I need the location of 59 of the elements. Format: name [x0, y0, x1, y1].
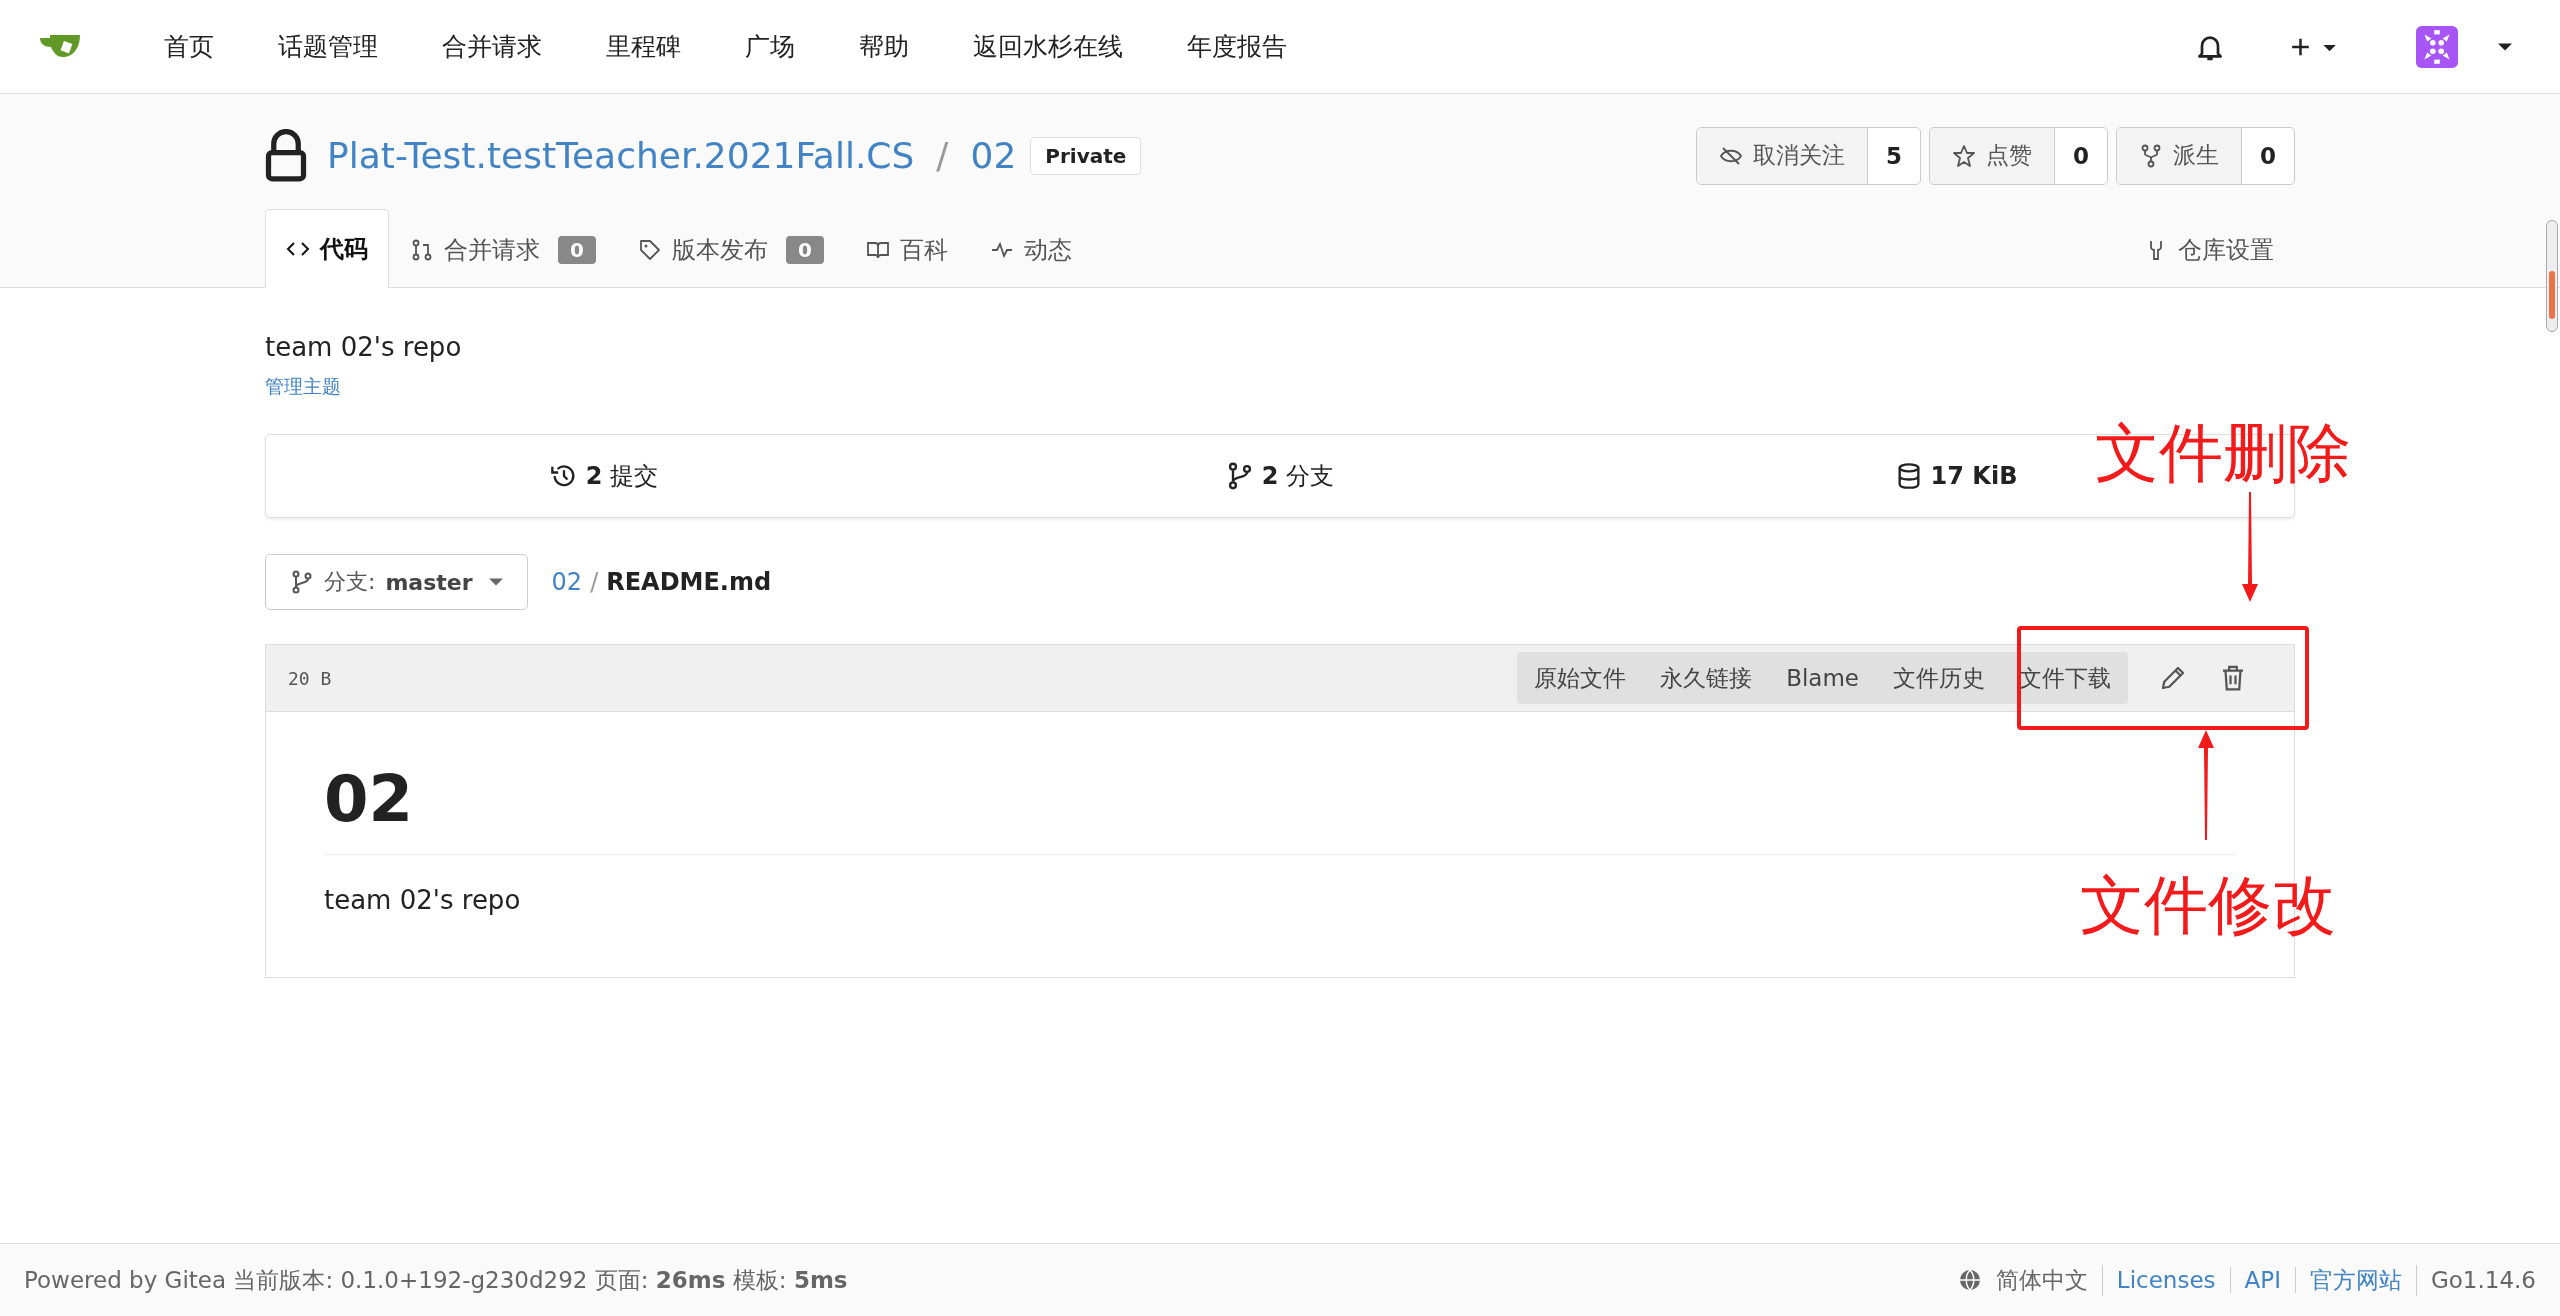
- repo-tab[interactable]: 合并请求 0: [389, 210, 617, 288]
- count-label[interactable]: 0: [2054, 127, 2107, 184]
- repo-tab[interactable]: 动态: [968, 210, 1093, 288]
- stat-link[interactable]: 17 KiB: [1894, 462, 2018, 490]
- caret-icon: [488, 578, 503, 586]
- repo-name-link[interactable]: 02: [970, 135, 1017, 176]
- file-action-button[interactable]: 永久链接: [1643, 652, 1770, 704]
- nav-link[interactable]: 广场: [713, 30, 827, 63]
- repo-tab[interactable]: 版本发布 0: [616, 210, 845, 288]
- star-icon: [1951, 143, 1976, 168]
- count-label[interactable]: 5: [1867, 127, 1920, 184]
- count-label[interactable]: 0: [2242, 127, 2294, 184]
- stat-link[interactable]: 2 分支: [1225, 460, 1335, 492]
- file-action-button[interactable]: 文件历史: [1876, 652, 2002, 704]
- nav-link[interactable]: 返回水杉在线: [941, 30, 1155, 63]
- file-action-button[interactable]: Blame: [1769, 652, 1876, 704]
- nav-link[interactable]: 话题管理: [246, 30, 410, 63]
- manage-topics-link[interactable]: 管理主题: [265, 374, 2295, 400]
- nav-link[interactable]: 帮助: [827, 30, 941, 63]
- repo-description: team 02's repo: [265, 332, 463, 362]
- pull-request-icon: [410, 237, 434, 262]
- footer-link[interactable]: Licenses: [2102, 1267, 2231, 1293]
- nav-link[interactable]: 年度报告: [1155, 30, 1319, 63]
- avatar-icon[interactable]: [2416, 25, 2458, 68]
- path-separator: /: [936, 135, 949, 176]
- star-button[interactable]: 点赞: [1929, 127, 2055, 184]
- private-label: Private: [1030, 136, 1142, 175]
- repo-owner-link[interactable]: Plat-Test.testTeacher.2021Fall.CS: [327, 135, 915, 176]
- folder-link[interactable]: 02: [551, 568, 583, 596]
- file-name: README.md: [606, 568, 772, 596]
- annotation-label: 文件修改: [2080, 867, 2336, 944]
- footer-link[interactable]: API: [2230, 1267, 2296, 1293]
- repo-tab[interactable]: 代码: [265, 209, 389, 288]
- go-version: Go1.14.6: [2429, 1267, 2536, 1293]
- file-size: 20 B: [288, 667, 332, 689]
- branch-dropdown[interactable]: 分支: master: [265, 554, 528, 610]
- nav-link[interactable]: 合并请求: [410, 30, 574, 63]
- version-info: Powered by Gitea 当前版本: 0.1.0+192-g230d292 页面: 26ms 模板: 5ms: [24, 1265, 848, 1295]
- markdown-heading: 02: [324, 762, 2236, 855]
- branch-icon: [290, 570, 314, 594]
- path-separator: /: [590, 568, 599, 596]
- nav-link[interactable]: 首页: [132, 30, 246, 63]
- watch-button[interactable]: 取消关注: [1696, 127, 1868, 184]
- fork-button[interactable]: 派生: [2117, 127, 2242, 184]
- settings-tab[interactable]: 仓库设置: [2123, 210, 2295, 288]
- globe-icon[interactable]: [1957, 1268, 1982, 1292]
- tag-icon: [637, 237, 662, 262]
- nav-link[interactable]: 里程碑: [574, 30, 713, 63]
- annotation-label: 文件删除: [2095, 415, 2351, 492]
- repo-tab[interactable]: 百科: [844, 210, 969, 288]
- lock-icon: [265, 128, 307, 183]
- scrollbar[interactable]: [2546, 220, 2558, 332]
- file-action-button[interactable]: 原始文件: [1517, 652, 1644, 704]
- footer-link[interactable]: 官方网站: [2295, 1264, 2417, 1296]
- fork-icon: [2139, 143, 2163, 168]
- language-selector[interactable]: 简体中文: [1995, 1264, 2103, 1296]
- file-action-button[interactable]: 文件下载: [2002, 652, 2128, 704]
- stat-link[interactable]: 2 提交: [549, 460, 659, 492]
- caret-icon[interactable]: [2498, 42, 2512, 51]
